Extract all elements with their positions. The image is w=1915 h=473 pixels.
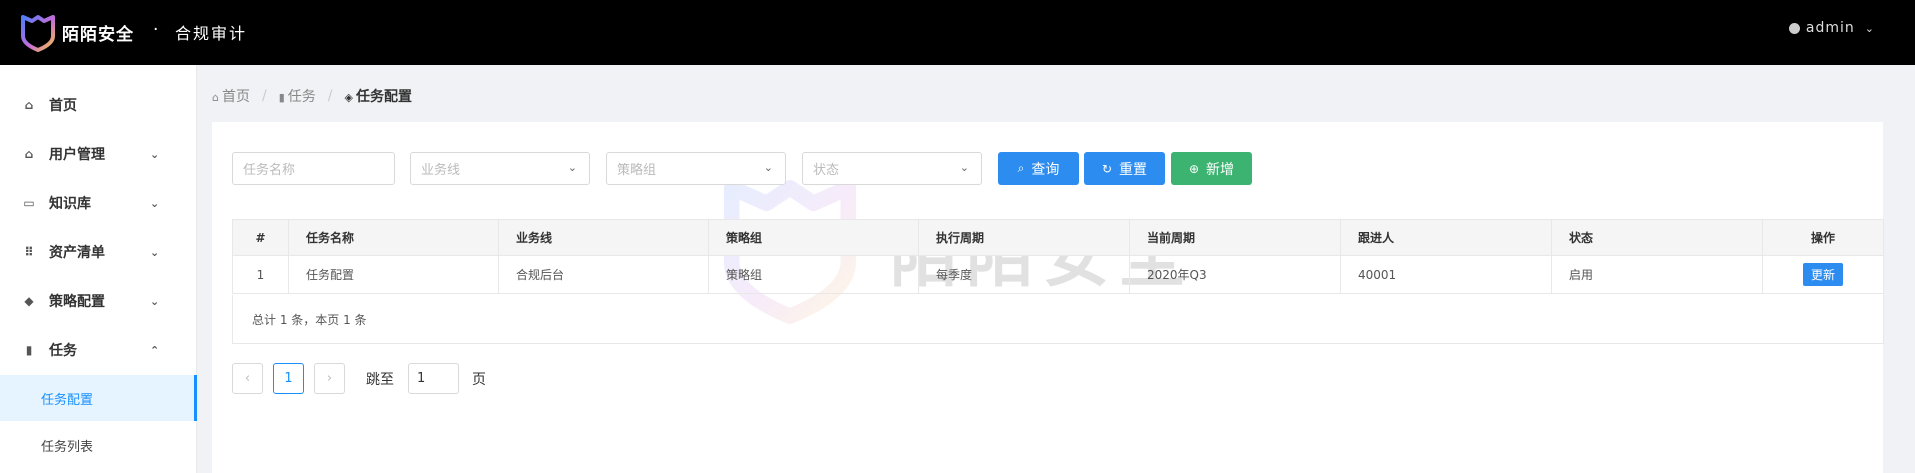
sidebar-item-label: 策略配置 bbox=[49, 294, 105, 310]
add-button-label: 新增 bbox=[1206, 161, 1235, 178]
sidebar-item-label: 资产清单 bbox=[49, 245, 105, 261]
cell-task-name: 任务配置 bbox=[288, 255, 499, 294]
book-icon: ▭ bbox=[23, 196, 35, 210]
chevron-down-icon: ⌄ bbox=[150, 196, 160, 210]
table-row: 1 任务配置 合规后台 策略组 每季度 2020年Q3 40001 启用 更新 bbox=[232, 255, 1884, 294]
breadcrumb-separator: / bbox=[261, 88, 267, 104]
policy-group-placeholder: 策略组 bbox=[617, 163, 657, 178]
update-button[interactable]: 更新 bbox=[1802, 263, 1843, 286]
status-select[interactable]: 状态 ⌄ bbox=[802, 152, 982, 185]
bar-chart-icon: ▮ bbox=[278, 91, 285, 104]
column-header-action: 操作 bbox=[1762, 219, 1884, 256]
sidebar-subitem-task-list[interactable]: 任务列表 bbox=[0, 422, 197, 468]
chevron-up-icon: ⌃ bbox=[150, 343, 160, 357]
cell-cycle: 每季度 bbox=[918, 255, 1130, 294]
jump-page-input[interactable]: 1 bbox=[408, 363, 459, 394]
breadcrumb-home[interactable]: ⌂ 首页 bbox=[212, 86, 250, 106]
chevron-down-icon: ⌄ bbox=[1864, 21, 1875, 35]
cell-current-cycle: 2020年Q3 bbox=[1129, 255, 1341, 294]
column-header-current-cycle: 当前周期 bbox=[1129, 219, 1341, 256]
chevron-down-icon: ⌄ bbox=[959, 161, 969, 174]
cell-index: 1 bbox=[232, 255, 289, 294]
chevron-down-icon: ⌄ bbox=[763, 161, 773, 174]
column-header-business-line: 业务线 bbox=[498, 219, 709, 256]
query-button-label: 查询 bbox=[1031, 161, 1060, 178]
sidebar-item-label: 任务 bbox=[49, 343, 77, 359]
breadcrumb-task[interactable]: ▮ 任务 bbox=[279, 86, 316, 106]
logo-shield-icon bbox=[21, 15, 55, 52]
sidebar-item-label: 知识库 bbox=[49, 196, 91, 212]
add-button[interactable]: ⊕ 新增 bbox=[1171, 152, 1252, 185]
refresh-icon: ↻ bbox=[1101, 161, 1113, 176]
sidebar: ⌂ 首页 ⌂ 用户管理 ⌄ ▭ 知识库 ⌄ ⠿ 资产清单 ⌄ ◆ 策略配置 ⌄ … bbox=[0, 65, 197, 473]
cell-policy-group: 策略组 bbox=[708, 255, 919, 294]
sidebar-item-user-management[interactable]: ⌂ 用户管理 ⌄ bbox=[0, 130, 197, 178]
sidebar-subitem-label: 任务列表 bbox=[41, 439, 94, 455]
table-footer-summary: 总计 1 条，本页 1 条 bbox=[232, 295, 1884, 344]
search-icon: ⌕ bbox=[1017, 161, 1025, 175]
sidebar-subitem-label: 任务配置 bbox=[41, 392, 94, 408]
user-name: admin bbox=[1805, 20, 1855, 36]
policy-group-select[interactable]: 策略组 ⌄ bbox=[606, 152, 786, 185]
page-number-button[interactable]: 1 bbox=[273, 363, 304, 394]
sidebar-item-label: 用户管理 bbox=[49, 147, 105, 163]
top-bar: 陌陌安全 · 合规审计 admin ⌄ bbox=[0, 0, 1915, 65]
column-header-status: 状态 bbox=[1551, 219, 1763, 256]
jump-label: 跳至 bbox=[366, 372, 394, 388]
business-line-select[interactable]: 业务线 ⌄ bbox=[410, 152, 590, 185]
home-icon: ⌂ bbox=[24, 98, 34, 112]
chevron-down-icon: ⌄ bbox=[150, 147, 160, 161]
task-name-input[interactable]: 任务名称 bbox=[232, 152, 395, 185]
column-header-follower: 跟进人 bbox=[1340, 219, 1552, 256]
chevron-down-icon: ⌄ bbox=[150, 245, 160, 259]
column-header-policy-group: 策略组 bbox=[708, 219, 919, 256]
cell-action: 更新 bbox=[1762, 255, 1884, 294]
brand-name: 陌陌安全 bbox=[62, 25, 134, 45]
sidebar-subitem-task-config[interactable]: 任务配置 bbox=[0, 375, 197, 421]
cell-follower: 40001 bbox=[1340, 255, 1552, 294]
user-menu[interactable]: admin ⌄ bbox=[1788, 20, 1875, 36]
reset-button[interactable]: ↻ 重置 bbox=[1084, 152, 1165, 185]
breadcrumb-separator: / bbox=[327, 88, 333, 104]
business-line-placeholder: 业务线 bbox=[421, 163, 461, 178]
page-suffix-label: 页 bbox=[472, 372, 486, 388]
column-header-cycle: 执行周期 bbox=[918, 219, 1130, 256]
table-header-row: # 任务名称 业务线 策略组 执行周期 当前周期 跟进人 状态 操作 bbox=[232, 219, 1884, 256]
cube-icon: ◆ bbox=[24, 294, 34, 308]
breadcrumb-home-label: 首页 bbox=[221, 89, 250, 105]
breadcrumb-current-label: 任务配置 bbox=[355, 89, 412, 105]
chevron-down-icon: ⌄ bbox=[567, 161, 577, 174]
next-page-button[interactable]: › bbox=[314, 363, 345, 394]
chevron-down-icon: ⌄ bbox=[150, 294, 160, 308]
brand-separator: · bbox=[153, 20, 159, 40]
breadcrumb-current: ◈ 任务配置 bbox=[344, 86, 411, 106]
breadcrumb-task-label: 任务 bbox=[287, 89, 316, 105]
cell-status: 启用 bbox=[1551, 255, 1763, 294]
column-header-task-name: 任务名称 bbox=[288, 219, 499, 256]
sidebar-item-home[interactable]: ⌂ 首页 bbox=[0, 81, 197, 129]
task-table: # 任务名称 业务线 策略组 执行周期 当前周期 跟进人 状态 操作 1 任务配… bbox=[232, 219, 1884, 294]
column-header-index: # bbox=[232, 219, 289, 256]
prev-page-button[interactable]: ‹ bbox=[232, 363, 263, 394]
sidebar-item-policy[interactable]: ◆ 策略配置 ⌄ bbox=[0, 277, 197, 325]
sidebar-item-assets[interactable]: ⠿ 资产清单 ⌄ bbox=[0, 228, 197, 276]
home-icon: ⌂ bbox=[24, 147, 34, 161]
plus-circle-icon: ⊕ bbox=[1188, 161, 1200, 176]
sidebar-item-label: 首页 bbox=[49, 98, 77, 114]
grid-icon: ⠿ bbox=[24, 245, 34, 259]
query-button[interactable]: ⌕ 查询 bbox=[998, 152, 1079, 185]
status-placeholder: 状态 bbox=[813, 163, 840, 178]
layers-icon: ◈ bbox=[344, 91, 353, 104]
app-subtitle: 合规审计 bbox=[175, 24, 248, 43]
breadcrumb: ⌂ 首页 / ▮ 任务 / ◈ 任务配置 bbox=[212, 86, 412, 106]
home-icon: ⌂ bbox=[212, 91, 219, 104]
sidebar-item-task[interactable]: ▮ 任务 ⌃ bbox=[0, 326, 197, 374]
sidebar-item-knowledge-base[interactable]: ▭ 知识库 ⌄ bbox=[0, 179, 197, 227]
reset-button-label: 重置 bbox=[1119, 161, 1148, 178]
cell-business-line: 合规后台 bbox=[498, 255, 709, 294]
user-icon bbox=[1788, 22, 1800, 34]
bar-chart-icon: ▮ bbox=[25, 343, 33, 357]
